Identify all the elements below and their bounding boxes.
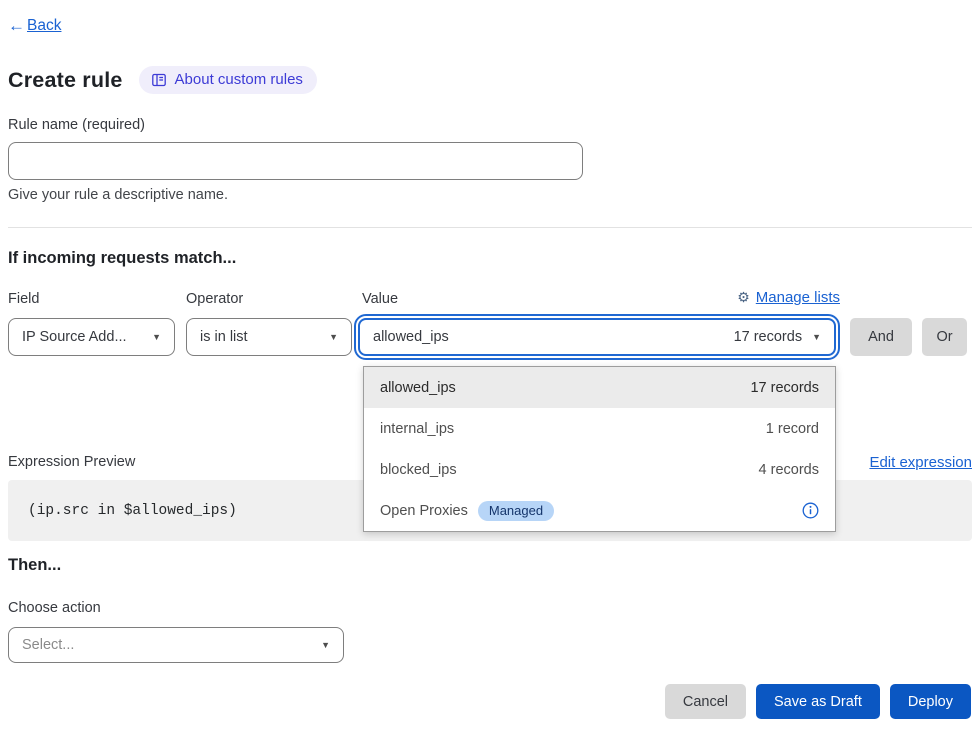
action-select-placeholder: Select... bbox=[22, 637, 74, 653]
or-button[interactable]: Or bbox=[922, 318, 967, 356]
field-select[interactable]: IP Source Add... ▼ bbox=[8, 318, 175, 356]
value-select-count: 17 records bbox=[734, 329, 803, 345]
chevron-down-icon: ▼ bbox=[321, 640, 330, 650]
operator-label: Operator bbox=[186, 291, 243, 307]
option-count: 17 records bbox=[750, 380, 819, 396]
option-count: 4 records bbox=[759, 462, 819, 478]
section-divider bbox=[8, 227, 972, 228]
and-button[interactable]: And bbox=[850, 318, 912, 356]
option-name: allowed_ips bbox=[380, 380, 456, 396]
back-link[interactable]: ← Back bbox=[8, 16, 61, 36]
chevron-down-icon: ▼ bbox=[152, 332, 161, 342]
back-link-label[interactable]: Back bbox=[27, 17, 61, 35]
managed-badge: Managed bbox=[478, 501, 554, 521]
value-dropdown-menu: allowed_ips 17 records internal_ips 1 re… bbox=[363, 366, 836, 532]
field-select-value: IP Source Add... bbox=[22, 329, 127, 345]
value-select[interactable]: allowed_ips 17 records ▼ bbox=[358, 318, 836, 356]
operator-select-value: is in list bbox=[200, 329, 248, 345]
rule-name-helper: Give your rule a descriptive name. bbox=[8, 187, 228, 203]
expression-code: (ip.src in $allowed_ips) bbox=[28, 503, 237, 519]
action-select[interactable]: Select... ▼ bbox=[8, 627, 344, 663]
dropdown-option-allowed-ips[interactable]: allowed_ips 17 records bbox=[364, 367, 835, 408]
title-row: Create rule About custom rules bbox=[8, 66, 317, 94]
rule-name-label: Rule name (required) bbox=[8, 117, 145, 133]
page-title: Create rule bbox=[8, 68, 123, 93]
option-name: internal_ips bbox=[380, 421, 454, 437]
option-count: 1 record bbox=[766, 421, 819, 437]
dropdown-option-internal-ips[interactable]: internal_ips 1 record bbox=[364, 408, 835, 449]
option-name: blocked_ips bbox=[380, 462, 457, 478]
footer-actions: Cancel Save as Draft Deploy bbox=[665, 684, 971, 719]
cancel-button[interactable]: Cancel bbox=[665, 684, 746, 719]
choose-action-label: Choose action bbox=[8, 600, 101, 616]
chevron-down-icon: ▼ bbox=[812, 332, 821, 342]
chevron-down-icon: ▼ bbox=[329, 332, 338, 342]
value-select-value: allowed_ips bbox=[373, 329, 449, 345]
gear-icon: ⚙ bbox=[737, 289, 750, 306]
deploy-button[interactable]: Deploy bbox=[890, 684, 971, 719]
rule-name-input[interactable] bbox=[8, 142, 583, 180]
manage-lists-link[interactable]: ⚙ Manage lists bbox=[737, 289, 840, 306]
expression-preview-label: Expression Preview bbox=[8, 454, 135, 470]
option-name: Open Proxies bbox=[380, 503, 468, 519]
back-arrow-icon: ← bbox=[8, 16, 25, 36]
operator-select[interactable]: is in list ▼ bbox=[186, 318, 352, 356]
field-label: Field bbox=[8, 291, 39, 307]
edit-expression-link[interactable]: Edit expression bbox=[869, 454, 972, 471]
manage-lists-label[interactable]: Manage lists bbox=[756, 289, 840, 306]
about-custom-rules-link[interactable]: About custom rules bbox=[139, 66, 317, 94]
about-custom-rules-label: About custom rules bbox=[175, 71, 303, 88]
dropdown-option-blocked-ips[interactable]: blocked_ips 4 records bbox=[364, 449, 835, 490]
info-icon[interactable] bbox=[802, 502, 819, 519]
save-as-draft-button[interactable]: Save as Draft bbox=[756, 684, 880, 719]
book-icon bbox=[151, 72, 167, 88]
match-section-heading: If incoming requests match... bbox=[8, 249, 236, 268]
value-label: Value bbox=[362, 291, 398, 307]
then-section-heading: Then... bbox=[8, 556, 61, 575]
dropdown-option-open-proxies[interactable]: Open Proxies Managed bbox=[364, 490, 835, 531]
